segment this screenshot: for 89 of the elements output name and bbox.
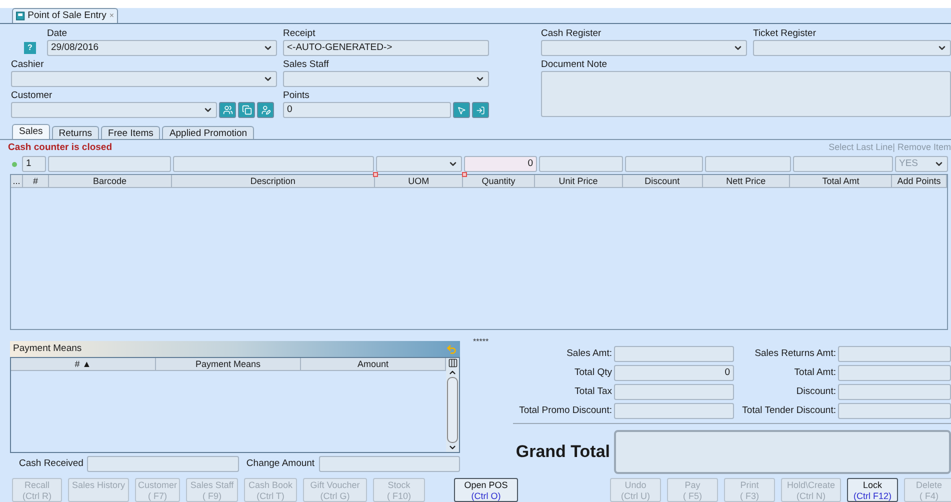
icon-button[interactable] [238, 102, 255, 118]
field-label: Document Note [541, 59, 608, 71]
field-label: Total Tender Discount: [742, 405, 836, 417]
chevron-down-icon [937, 43, 947, 53]
customer-field[interactable] [11, 102, 217, 118]
marker-icon [373, 172, 378, 177]
enter-icon [476, 106, 485, 114]
chevron-down-icon[interactable] [448, 443, 457, 452]
user-edit-icon [260, 105, 270, 115]
column-header[interactable]: Total Amt [790, 175, 892, 187]
columns-icon[interactable] [448, 358, 458, 368]
description-field[interactable] [173, 156, 374, 172]
sales-staff-field[interactable] [283, 71, 489, 87]
tab[interactable]: Applied Promotion [162, 126, 254, 139]
chevron-down-icon [263, 43, 273, 53]
document-tab[interactable]: Point of Sale Entry × [12, 8, 118, 23]
tab[interactable]: Returns [52, 126, 100, 139]
scrollbar[interactable] [446, 358, 459, 452]
chevron-up-icon[interactable] [448, 368, 457, 377]
field-label: Cashier [11, 59, 45, 71]
copy-icon [242, 105, 252, 115]
total-amount-field[interactable] [793, 156, 893, 172]
summary-marker: ***** [473, 338, 490, 346]
undo-icon[interactable] [446, 344, 457, 354]
change-amount-field[interactable] [318, 456, 460, 472]
column-header[interactable]: ... [11, 175, 23, 187]
chevron-down-icon [263, 74, 273, 84]
field-label: Total Tax [574, 386, 612, 398]
cash-register-field[interactable] [541, 40, 747, 56]
quantity-field[interactable]: 0 [464, 156, 537, 172]
tab[interactable]: Free Items [101, 126, 160, 139]
icon-button[interactable] [453, 102, 470, 118]
field-label: Ticket Register [753, 28, 817, 40]
icon-button[interactable] [257, 102, 274, 118]
cashier-field[interactable] [11, 71, 277, 87]
column-header[interactable]: # [22, 175, 49, 187]
column-header[interactable]: Discount [622, 175, 703, 187]
field-label: Sales Returns Amt: [754, 348, 836, 360]
chevron-down-icon [203, 105, 213, 115]
date-field[interactable]: 29/08/2016 [47, 40, 277, 56]
status-message: Cash counter is closed [8, 140, 112, 155]
document-note-field[interactable] [541, 71, 951, 117]
field-label: Cash Register [541, 28, 602, 40]
nett-price-field[interactable] [705, 156, 791, 172]
pointer-icon [457, 106, 466, 114]
users-icon [222, 105, 232, 115]
field-label: Points [283, 90, 310, 102]
points-field[interactable]: 0 [283, 102, 451, 118]
register-icon [16, 11, 25, 21]
panel-title: Payment Means [13, 342, 82, 356]
field-label: Receipt [283, 28, 316, 40]
column-header[interactable]: Add Points [892, 175, 947, 187]
column-header[interactable]: Unit Price [534, 175, 623, 187]
column-header[interactable]: Payment Means [156, 358, 301, 370]
action-button[interactable]: Lock (Ctrl F12) [847, 478, 898, 502]
field-label: Discount: [796, 386, 836, 398]
receipt-field[interactable]: <-AUTO-GENERATED-> [283, 40, 489, 56]
column-header[interactable]: Nett Price [702, 175, 790, 187]
field-label: Total Amt: [794, 367, 836, 379]
marker-icon [462, 172, 467, 177]
field-label: Date [47, 28, 68, 40]
chevron-down-icon [448, 159, 458, 169]
action-button[interactable]: Open POS (Ctrl O) [454, 478, 518, 502]
field-label: Total Qty [574, 367, 612, 379]
field-label: Total Promo Discount: [519, 405, 612, 417]
icon-button[interactable] [472, 102, 489, 118]
uom-field[interactable] [376, 156, 462, 172]
discount-field[interactable] [625, 156, 703, 172]
tab-title: Point of Sale Entry [28, 8, 106, 23]
field-label: Sales Amt: [566, 348, 612, 360]
ticket-register-field[interactable] [753, 40, 951, 56]
total-field: 0 [614, 365, 734, 381]
column-header[interactable]: Barcode [48, 175, 172, 187]
line-number-field[interactable]: 1 [22, 156, 46, 172]
chevron-down-icon [733, 43, 743, 53]
chevron-down-icon [934, 159, 944, 169]
field-label: Sales Staff [283, 59, 330, 71]
scroll-thumb[interactable] [447, 377, 458, 443]
field-label: Customer [11, 90, 54, 102]
grand-total-label: Grand Total [514, 441, 611, 464]
unit-price-field[interactable] [539, 156, 623, 172]
barcode-field[interactable] [48, 156, 171, 172]
cash-received-field[interactable] [87, 456, 240, 472]
field-label: Cash Received [19, 458, 84, 470]
icon-button[interactable] [219, 102, 236, 118]
field-label: Change Amount [246, 458, 315, 470]
chevron-down-icon [475, 74, 485, 84]
tab[interactable]: Sales [12, 124, 50, 139]
column-header[interactable]: # ▲ [11, 358, 156, 370]
